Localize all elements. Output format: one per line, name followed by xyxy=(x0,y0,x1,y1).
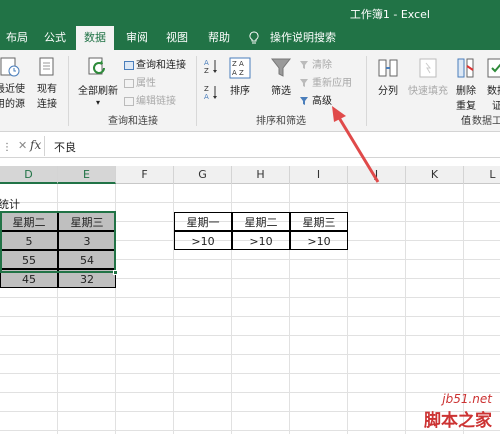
tab-review[interactable]: 审阅 xyxy=(118,26,156,50)
criteria-value[interactable]: >10 xyxy=(232,231,290,250)
tab-help[interactable]: 帮助 xyxy=(200,26,238,50)
column-header-i[interactable]: I xyxy=(290,166,348,184)
filter-button[interactable]: 筛选 xyxy=(266,56,296,97)
criteria-header-monday[interactable]: 星期一 xyxy=(174,212,232,231)
svg-text:Z A: Z A xyxy=(232,60,244,68)
criteria-value[interactable]: >10 xyxy=(174,231,232,250)
group-label-data-tools: 数据工 xyxy=(472,116,500,127)
sort-button[interactable]: Z AA Z 排序 xyxy=(226,56,254,97)
refresh-all-icon xyxy=(88,57,105,75)
lightbulb-icon xyxy=(248,31,260,48)
data-validation-icon xyxy=(487,58,500,78)
text-to-columns-icon xyxy=(378,59,398,77)
edit-links-icon xyxy=(124,96,134,106)
clear-filter-icon xyxy=(300,60,310,70)
refresh-all-button[interactable]: 全部刷新 ▾ xyxy=(74,56,122,108)
svg-text:A: A xyxy=(204,59,209,67)
watermark-name: 脚本之家 xyxy=(424,411,492,431)
queries-connections-button[interactable]: 查询和连接 xyxy=(124,56,186,71)
recent-sources-button[interactable]: 最近使 用的源 xyxy=(0,56,26,110)
recent-sources-icon xyxy=(0,57,20,77)
existing-connections-icon xyxy=(39,57,54,76)
group-label-sort-filter: 排序和筛选 xyxy=(256,116,306,127)
tab-page-layout[interactable]: 布局 xyxy=(0,26,36,50)
column-header-l[interactable]: L xyxy=(464,166,500,184)
separator xyxy=(68,56,69,126)
existing-connections-button[interactable]: 现有 连接 xyxy=(32,56,62,110)
properties-icon xyxy=(124,78,134,88)
sort-az-button[interactable]: AZ xyxy=(204,58,218,77)
insert-function-button[interactable]: fx xyxy=(30,138,41,152)
column-header-g[interactable]: G xyxy=(174,166,232,184)
column-header-e[interactable]: E xyxy=(58,166,116,184)
sort-icon: Z AA Z xyxy=(229,57,251,79)
svg-text:Z: Z xyxy=(204,67,209,74)
window-title: 工作簿1 - Excel xyxy=(349,8,430,21)
tab-data[interactable]: 数据 xyxy=(76,26,114,50)
separator xyxy=(366,56,367,126)
properties-button[interactable]: 属性 xyxy=(124,74,156,89)
criteria-header-wednesday[interactable]: 星期三 xyxy=(290,212,348,231)
sort-za-button[interactable]: ZA xyxy=(204,84,218,103)
remove-duplicates-icon xyxy=(457,58,474,78)
criteria-value[interactable]: >10 xyxy=(290,231,348,250)
flash-fill-icon xyxy=(419,58,437,78)
column-header-j[interactable]: J xyxy=(348,166,406,184)
separator xyxy=(196,56,197,126)
ribbon-tabs: 布局 公式 数据 审阅 视图 帮助 操作说明搜索 xyxy=(0,26,500,50)
ribbon: 最近使 用的源 现有 连接 全部刷新▾ 查询和连接 属性 编辑链接 查询和连接 … xyxy=(0,50,500,132)
column-header-d[interactable]: D xyxy=(0,166,58,184)
column-header-k[interactable]: K xyxy=(406,166,464,184)
formula-input[interactable] xyxy=(44,136,498,156)
edit-links-button[interactable]: 编辑链接 xyxy=(124,92,176,107)
data-validation-button[interactable]: 数据 证 xyxy=(482,56,500,112)
filter-icon xyxy=(270,58,292,77)
sort-descending-icon: ZA xyxy=(204,85,217,101)
column-headers: D E F G H I J K L xyxy=(0,166,500,184)
criteria-header-tuesday[interactable]: 星期二 xyxy=(232,212,290,231)
group-label-queries: 查询和连接 xyxy=(108,116,158,127)
column-header-f[interactable]: F xyxy=(116,166,174,184)
formula-bar-grip: ⋮ xyxy=(2,142,12,153)
reapply-icon xyxy=(300,78,310,88)
formula-bar: ⋮ ✕ fx 不良 xyxy=(0,134,500,158)
clear-filter-button[interactable]: 清除 xyxy=(300,56,332,71)
tell-me-search[interactable]: 操作说明搜索 xyxy=(262,26,344,50)
tab-view[interactable]: 视图 xyxy=(158,26,196,50)
watermark-domain: jb51.net xyxy=(442,392,492,406)
fill-handle[interactable] xyxy=(113,270,118,275)
column-header-h[interactable]: H xyxy=(232,166,290,184)
selection-border xyxy=(0,211,116,273)
queries-icon xyxy=(124,60,134,70)
tab-formulas[interactable]: 公式 xyxy=(36,26,74,50)
flash-fill-button[interactable]: 快速填充 xyxy=(406,56,450,97)
svg-text:A Z: A Z xyxy=(232,69,244,77)
svg-text:A: A xyxy=(204,93,209,100)
advanced-filter-icon xyxy=(300,96,310,106)
sort-ascending-icon: AZ xyxy=(204,59,217,75)
text-to-columns-button[interactable]: 分列 xyxy=(372,56,404,97)
advanced-filter-button[interactable]: 高级 xyxy=(300,92,332,107)
cancel-icon[interactable]: ✕ xyxy=(18,139,27,152)
formula-value: 不良 xyxy=(54,141,76,154)
title-bar: 工作簿1 - Excel xyxy=(0,0,500,26)
reapply-button[interactable]: 重新应用 xyxy=(300,74,352,89)
svg-text:Z: Z xyxy=(204,85,209,93)
